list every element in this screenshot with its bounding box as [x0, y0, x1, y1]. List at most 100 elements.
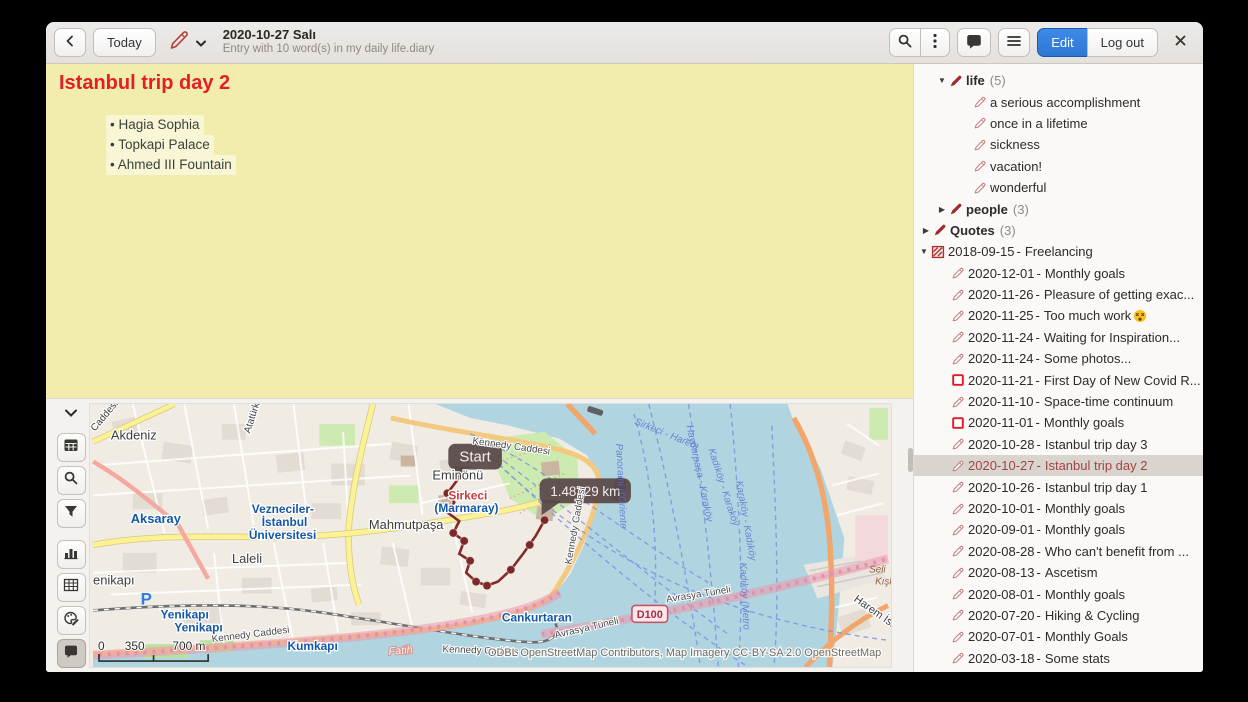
sidebar-entry-row[interactable]: 2020-11-25-Too much work	[914, 305, 1203, 326]
map-label: P	[141, 589, 152, 608]
sidebar-entry-row[interactable]: vacation!	[914, 156, 1203, 177]
sidebar-entry-row[interactable]: 2020-11-24-Some photos...	[914, 348, 1203, 369]
pane-resize-handle[interactable]	[908, 448, 913, 472]
entry-title: Istanbul trip day 3	[1045, 437, 1148, 452]
entry-date: 2020-08-01	[968, 587, 1035, 602]
back-button[interactable]	[54, 28, 86, 57]
entry-icon	[951, 309, 968, 323]
entry-icon	[951, 480, 968, 494]
map-label: ODBL OpenStreetMap Contributors, Map Ima…	[488, 647, 881, 659]
expander-open-icon[interactable]: ▼	[935, 76, 949, 85]
lifeograph-window: Today 2020-10-27 Salı Entry with 10 word…	[46, 22, 1203, 672]
sidebar-entry-row[interactable]: sickness	[914, 134, 1203, 155]
map-label: Seli	[869, 565, 886, 576]
entry-icon	[951, 502, 968, 516]
sidebar-tag-row[interactable]: ▼life(5)	[914, 70, 1203, 91]
collapse-panel-button[interactable]	[58, 403, 84, 425]
sidebar-entry-row[interactable]: 2020-12-01-Monthly goals	[914, 263, 1203, 284]
tag-icon	[949, 202, 966, 216]
kebab-menu-icon	[933, 33, 937, 52]
sidebar-entry-row[interactable]: 2020-11-26-Pleasure of getting exac...	[914, 284, 1203, 305]
entry-title: Waiting for Inspiration...	[1044, 330, 1180, 345]
sidebar-entry-row[interactable]: 2020-11-21-First Day of New Covid R...	[914, 369, 1203, 390]
panel-search-button[interactable]	[57, 466, 86, 495]
panel-theme-button[interactable]	[57, 606, 86, 635]
expander-closed-icon[interactable]: ▶	[935, 205, 949, 214]
sidebar-entry-row[interactable]: 2020-07-20-Hiking & Cycling	[914, 605, 1203, 626]
sidebar-entry-row[interactable]: 2020-01-15-Some stats	[914, 669, 1203, 672]
search-icon	[897, 33, 913, 52]
sidebar-entry-row[interactable]: wonderful	[914, 177, 1203, 198]
sidebar-chapter-row[interactable]: ▼2018-09-15-Freelancing	[914, 241, 1203, 262]
entry-date: 2020-07-20	[968, 608, 1035, 623]
sidebar-entry-row[interactable]: 2020-07-01-Monthly Goals	[914, 626, 1203, 647]
search-button[interactable]	[889, 28, 921, 57]
map-view[interactable]: D100	[90, 404, 891, 667]
entry-icon	[951, 523, 968, 537]
entry-title: Some stats	[1045, 651, 1110, 666]
entry-date: 2020-08-13	[968, 565, 1035, 580]
entry-date: 2020-12-01	[968, 266, 1035, 281]
entry-title: Space-time continuum	[1044, 394, 1173, 409]
expander-open-icon[interactable]: ▼	[917, 247, 931, 256]
map-label: Yenikapı	[174, 620, 222, 634]
sidebar-entry-row[interactable]: 2020-03-18-Some stats	[914, 648, 1203, 669]
sidebar-tag-row[interactable]: ▶people(3)	[914, 198, 1203, 219]
main-menu-button[interactable]	[998, 28, 1030, 57]
today-button[interactable]: Today	[93, 28, 156, 57]
logout-button[interactable]: Log out	[1087, 28, 1158, 57]
entry-title: a serious accomplishment	[990, 95, 1140, 110]
search-icon	[63, 470, 79, 491]
entry-separator: -	[1037, 480, 1041, 495]
sidebar-entry-row[interactable]: 2020-08-13-Ascetism	[914, 562, 1203, 583]
sidebar-entry-row[interactable]: 2020-11-01-Monthly goals	[914, 412, 1203, 433]
entry-date: 2020-11-25	[968, 308, 1034, 323]
entry-title: Who can't benefit from ...	[1045, 544, 1189, 559]
sidebar-entry-row[interactable]: a serious accomplishment	[914, 91, 1203, 112]
panel-table-button[interactable]	[57, 573, 86, 602]
sidebar-entry-row[interactable]: 2020-11-24-Waiting for Inspiration...	[914, 327, 1203, 348]
map-label: enikapı	[93, 573, 135, 588]
entry-separator: -	[1037, 266, 1041, 281]
entry-separator: -	[1037, 608, 1041, 623]
sidebar-entry-row[interactable]: 2020-08-01-Monthly goals	[914, 583, 1203, 604]
sidebar-entry-row[interactable]: 2020-10-27-Istanbul trip day 2	[914, 455, 1203, 476]
panel-bookmark-button[interactable]	[57, 639, 86, 668]
entry-date: 2020-11-21	[968, 373, 1034, 388]
tag-count: (3)	[1013, 202, 1029, 217]
today-label: Today	[107, 35, 142, 50]
panel-chart-button[interactable]	[57, 540, 86, 569]
entry-bullet-item: • Ahmed III Fountain	[106, 155, 236, 175]
entry-title: Monthly goals	[1045, 501, 1125, 516]
sidebar-entry-row[interactable]: once in a lifetime	[914, 113, 1203, 134]
sidebar-entry-row[interactable]: 2020-11-10-Space-time continuum	[914, 391, 1203, 412]
entry-bullet-item: • Topkapi Palace	[106, 135, 214, 155]
entry-tree: ▼life(5) a serious accomplishment once in …	[913, 64, 1203, 672]
close-button[interactable]	[1165, 28, 1195, 58]
map-label: Akdeniz	[111, 428, 157, 443]
more-options-button[interactable]	[920, 28, 950, 57]
entry-icon	[951, 544, 968, 558]
sidebar-entry-row[interactable]: 2020-10-28-Istanbul trip day 3	[914, 434, 1203, 455]
expander-closed-icon[interactable]: ▶	[919, 226, 933, 235]
sidebar-entry-row[interactable]: 2020-10-01-Monthly goals	[914, 498, 1203, 519]
entry-separator: -	[1037, 587, 1041, 602]
sidebar-tag-row[interactable]: ▶Quotes(3)	[914, 220, 1203, 241]
entry-editor[interactable]: Istanbul trip day 2 • Hagia Sophia• Topk…	[46, 64, 913, 398]
theme-icon	[63, 610, 79, 631]
entry-title: once in a lifetime	[990, 116, 1088, 131]
entry-icon	[951, 608, 968, 622]
edit-button[interactable]: Edit	[1037, 28, 1087, 57]
window-title-block: 2020-10-27 Salı Entry with 10 word(s) in…	[223, 28, 435, 56]
entry-menu-button[interactable]	[163, 28, 210, 57]
sidebar-entry-row[interactable]: 2020-08-28-Who can't benefit from ...	[914, 541, 1203, 562]
entry-date: 2020-10-27	[968, 458, 1035, 473]
panel-filter-button[interactable]	[57, 499, 86, 528]
panel-calendar-button[interactable]	[57, 433, 86, 462]
sidebar-entry-row[interactable]: 2020-09-01-Monthly goals	[914, 519, 1203, 540]
bookmarks-button[interactable]	[957, 28, 991, 57]
map-label: Mahmutpaşa	[369, 517, 444, 532]
sidebar-entry-row[interactable]: 2020-10-26-Istanbul trip day 1	[914, 476, 1203, 497]
entry-title: Quotes	[950, 223, 995, 238]
todo-icon	[951, 416, 968, 430]
